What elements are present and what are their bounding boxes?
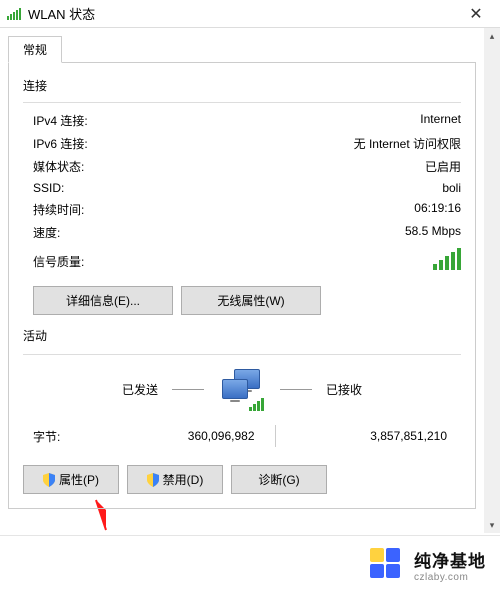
speed-label: 速度: (33, 224, 60, 241)
ipv6-value: 无 Internet 访问权限 (354, 135, 461, 152)
shield-icon (43, 473, 55, 487)
brand-text: 纯净基地 czlaby.com (414, 547, 486, 583)
scroll-down-icon[interactable]: ▾ (484, 517, 500, 533)
media-label: 媒体状态: (33, 158, 84, 175)
tab-general[interactable]: 常规 (8, 36, 62, 63)
duration-label: 持续时间: (33, 201, 84, 218)
brand-url: czlaby.com (414, 572, 486, 583)
duration-value: 06:19:16 (414, 201, 461, 218)
ipv6-label: IPv6 连接: (33, 135, 88, 152)
scrollbar[interactable]: ▴ ▾ (484, 28, 500, 533)
sent-label: 已发送 (122, 381, 158, 398)
ssid-label: SSID: (33, 181, 64, 195)
bytes-sent-value: 360,096,982 (83, 429, 275, 443)
bytes-label: 字节: (33, 428, 83, 445)
activity-visual: 已发送 已接收 (23, 369, 461, 409)
brand-name: 纯净基地 (414, 547, 486, 572)
brand-logo-icon (370, 548, 404, 582)
ssid-value: boli (442, 181, 461, 195)
diagnose-button[interactable]: 诊断(G) (231, 465, 327, 494)
signal-row: 信号质量: (23, 244, 461, 280)
connection-group-title: 连接 (23, 77, 461, 94)
received-label: 已接收 (326, 381, 362, 398)
properties-button-label: 属性(P) (59, 471, 99, 488)
speed-value: 58.5 Mbps (405, 224, 461, 241)
ipv6-row: IPv6 连接: 无 Internet 访问权限 (23, 132, 461, 155)
dialog-body: 常规 连接 IPv4 连接: Internet IPv6 连接: 无 Inter… (0, 28, 484, 509)
speed-row: 速度: 58.5 Mbps (23, 221, 461, 244)
activity-group: 已发送 已接收 字节: 360,096,982 3,857,851,210 (23, 354, 461, 451)
tab-content: 连接 IPv4 连接: Internet IPv6 连接: 无 Internet… (8, 62, 476, 509)
wireless-properties-button[interactable]: 无线属性(W) (181, 286, 321, 315)
dash-icon (280, 389, 312, 390)
ipv4-value: Internet (420, 112, 461, 129)
connection-buttons: 详细信息(E)... 无线属性(W) (33, 286, 461, 315)
media-value: 已启用 (425, 158, 461, 175)
ssid-row: SSID: boli (23, 178, 461, 198)
titlebar: WLAN 状态 ✕ (0, 0, 500, 28)
dash-icon (172, 389, 204, 390)
close-button[interactable]: ✕ (458, 4, 494, 24)
activity-group-title: 活动 (23, 327, 461, 344)
network-computers-icon (218, 369, 266, 409)
disable-button[interactable]: 禁用(D) (127, 465, 223, 494)
connection-group: IPv4 连接: Internet IPv6 连接: 无 Internet 访问… (23, 102, 461, 315)
ipv4-label: IPv4 连接: (33, 112, 88, 129)
tabs: 常规 (8, 36, 476, 63)
bytes-received-value: 3,857,851,210 (276, 429, 452, 443)
bytes-row: 字节: 360,096,982 3,857,851,210 (23, 415, 461, 451)
details-button[interactable]: 详细信息(E)... (33, 286, 173, 315)
duration-row: 持续时间: 06:19:16 (23, 198, 461, 221)
disable-button-label: 禁用(D) (163, 471, 204, 488)
window-title: WLAN 状态 (28, 4, 458, 23)
signal-bars-icon (433, 248, 461, 270)
shield-icon (147, 473, 159, 487)
signal-label: 信号质量: (33, 253, 84, 270)
scroll-up-icon[interactable]: ▴ (484, 28, 500, 44)
ipv4-row: IPv4 连接: Internet (23, 109, 461, 132)
watermark-footer: 纯净基地 czlaby.com (0, 535, 500, 593)
media-row: 媒体状态: 已启用 (23, 155, 461, 178)
bottom-buttons: 属性(P) 禁用(D) 诊断(G) (23, 465, 461, 494)
properties-button[interactable]: 属性(P) (23, 465, 119, 494)
wifi-icon (6, 7, 22, 21)
